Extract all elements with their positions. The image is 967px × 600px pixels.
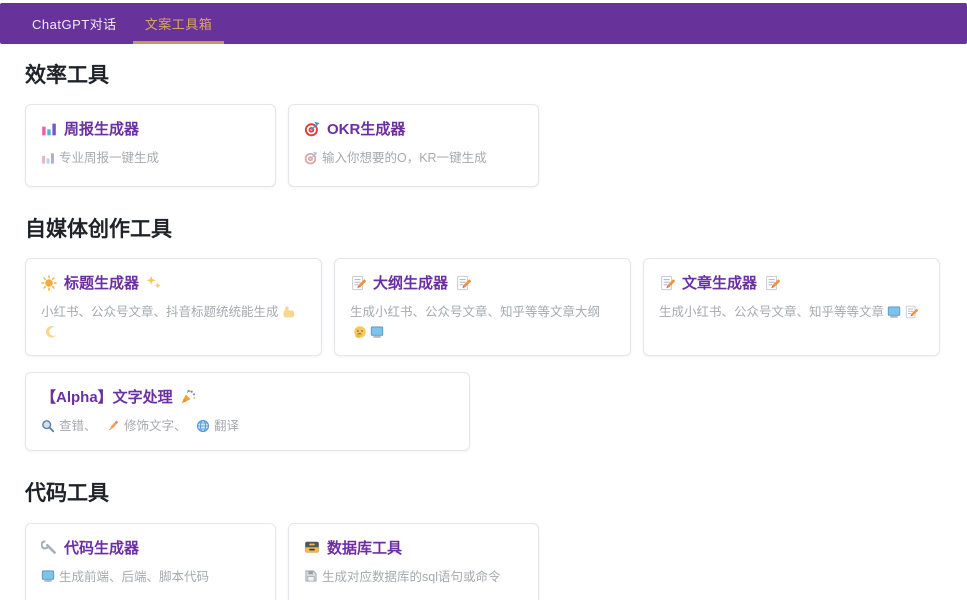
section-heading: 自媒体创作工具 <box>25 217 947 242</box>
card-desc-text: 生成前端、后端、脚本代码 <box>59 570 209 584</box>
tab-label: ChatGPT对话 <box>32 14 117 33</box>
section-efficiency-tools: 效率工具 周报生成器 专业周报一键生成 OKR生成器 <box>25 63 947 187</box>
card-row: 标题生成器 小红书、公众号文章、抖音标题统统能生成 大纲生成器 生成小红书、公众 <box>25 258 947 356</box>
party-popper-icon <box>180 389 196 405</box>
card-desc-text: 查错、 <box>59 419 97 433</box>
sun-icon <box>41 275 57 291</box>
card-code-generator[interactable]: 代码生成器 生成前端、后端、脚本代码 <box>25 523 276 600</box>
card-desc-text: 小红书、公众号文章、抖音标题统统能生成 <box>41 305 279 319</box>
card-title: 标题生成器 <box>64 272 139 293</box>
card-description: 查错、 修饰文字、 翻译 <box>41 416 454 436</box>
card-description: 生成前端、后端、脚本代码 <box>41 567 260 587</box>
card-desc-text: 修饰文字、 <box>124 419 187 433</box>
card-title-generator[interactable]: 标题生成器 小红书、公众号文章、抖音标题统统能生成 <box>25 258 322 356</box>
card-row: 代码生成器 生成前端、后端、脚本代码 数据库工具 生成对应数据库的sql语句或命… <box>25 523 947 600</box>
wrench-icon <box>41 539 57 555</box>
card-title: 数据库工具 <box>327 537 402 558</box>
section-heading: 效率工具 <box>25 63 947 88</box>
card-description: 生成小红书、公众号文章、知乎等等文章大纲 <box>350 302 615 342</box>
sparkles-icon <box>146 275 162 291</box>
card-database-tool[interactable]: 数据库工具 生成对应数据库的sql语句或命令 <box>288 523 539 600</box>
card-okr-generator[interactable]: OKR生成器 输入你想要的O，KR一键生成 <box>288 104 539 187</box>
pencil-icon <box>106 419 120 433</box>
globe-icon <box>196 419 210 433</box>
floppy-disk-icon <box>304 569 318 583</box>
memo-icon <box>455 275 471 291</box>
section-self-media-tools: 自媒体创作工具 标题生成器 小红书、公众号文章、抖音标题统统能生成 <box>25 217 947 451</box>
tab-chatgpt-chat[interactable]: ChatGPT对话 <box>18 3 131 44</box>
memo-icon <box>764 275 780 291</box>
tab-copywriting-toolbox[interactable]: 文案工具箱 <box>131 3 227 44</box>
computer-icon <box>41 569 55 583</box>
memo-icon <box>659 275 675 291</box>
computer-icon <box>887 305 901 319</box>
app-window: ChatGPT对话 文案工具箱 效率工具 周报生成器 专业周报一键生成 <box>0 0 967 600</box>
magnifier-icon <box>41 419 55 433</box>
tab-label: 文案工具箱 <box>145 14 213 33</box>
tab-bar: ChatGPT对话 文案工具箱 <box>0 3 967 44</box>
card-description: 生成小红书、公众号文章、知乎等等文章 <box>659 302 924 322</box>
card-row: 周报生成器 专业周报一键生成 OKR生成器 输入你想要的O，KR一键生成 <box>25 104 947 187</box>
card-title: 文章生成器 <box>682 272 757 293</box>
computer-icon <box>370 325 384 339</box>
section-code-tools: 代码工具 代码生成器 生成前端、后端、脚本代码 数据库工具 <box>25 481 947 600</box>
card-description: 专业周报一键生成 <box>41 148 260 168</box>
card-outline-generator[interactable]: 大纲生成器 生成小红书、公众号文章、知乎等等文章大纲 <box>334 258 631 356</box>
main-content: 效率工具 周报生成器 专业周报一键生成 OKR生成器 <box>0 63 967 600</box>
thinking-face-icon <box>353 325 367 339</box>
bar-chart-icon <box>41 121 57 137</box>
card-title: 代码生成器 <box>64 537 139 558</box>
card-title: 【Alpha】文字处理 <box>41 386 173 407</box>
card-description: 生成对应数据库的sql语句或命令 <box>304 567 523 587</box>
card-description: 小红书、公众号文章、抖音标题统统能生成 <box>41 302 306 342</box>
card-title: 大纲生成器 <box>373 272 448 293</box>
card-alpha-text-processing[interactable]: 【Alpha】文字处理 查错、 修饰文字、 翻译 <box>25 372 470 451</box>
card-title: 周报生成器 <box>64 118 139 139</box>
target-icon <box>304 151 318 165</box>
database-box-icon <box>304 539 320 555</box>
card-desc-text: 专业周报一键生成 <box>59 151 159 165</box>
card-description: 输入你想要的O，KR一键生成 <box>304 148 523 168</box>
card-title: OKR生成器 <box>327 118 405 139</box>
bar-chart-icon <box>41 151 55 165</box>
card-article-generator[interactable]: 文章生成器 生成小红书、公众号文章、知乎等等文章 <box>643 258 940 356</box>
card-weekly-report-generator[interactable]: 周报生成器 专业周报一键生成 <box>25 104 276 187</box>
target-icon <box>304 121 320 137</box>
card-desc-text: 生成小红书、公众号文章、知乎等等文章大纲 <box>350 305 600 319</box>
card-desc-text: 输入你想要的O，KR一键生成 <box>322 151 487 165</box>
section-heading: 代码工具 <box>25 481 947 506</box>
thumbs-up-icon <box>282 305 296 319</box>
card-desc-text: 生成小红书、公众号文章、知乎等等文章 <box>659 305 884 319</box>
memo-icon <box>904 305 918 319</box>
card-row: 【Alpha】文字处理 查错、 修饰文字、 翻译 <box>25 372 947 451</box>
card-desc-text: 生成对应数据库的sql语句或命令 <box>322 570 500 584</box>
crescent-moon-icon <box>44 325 58 339</box>
card-desc-text: 翻译 <box>214 419 239 433</box>
memo-icon <box>350 275 366 291</box>
